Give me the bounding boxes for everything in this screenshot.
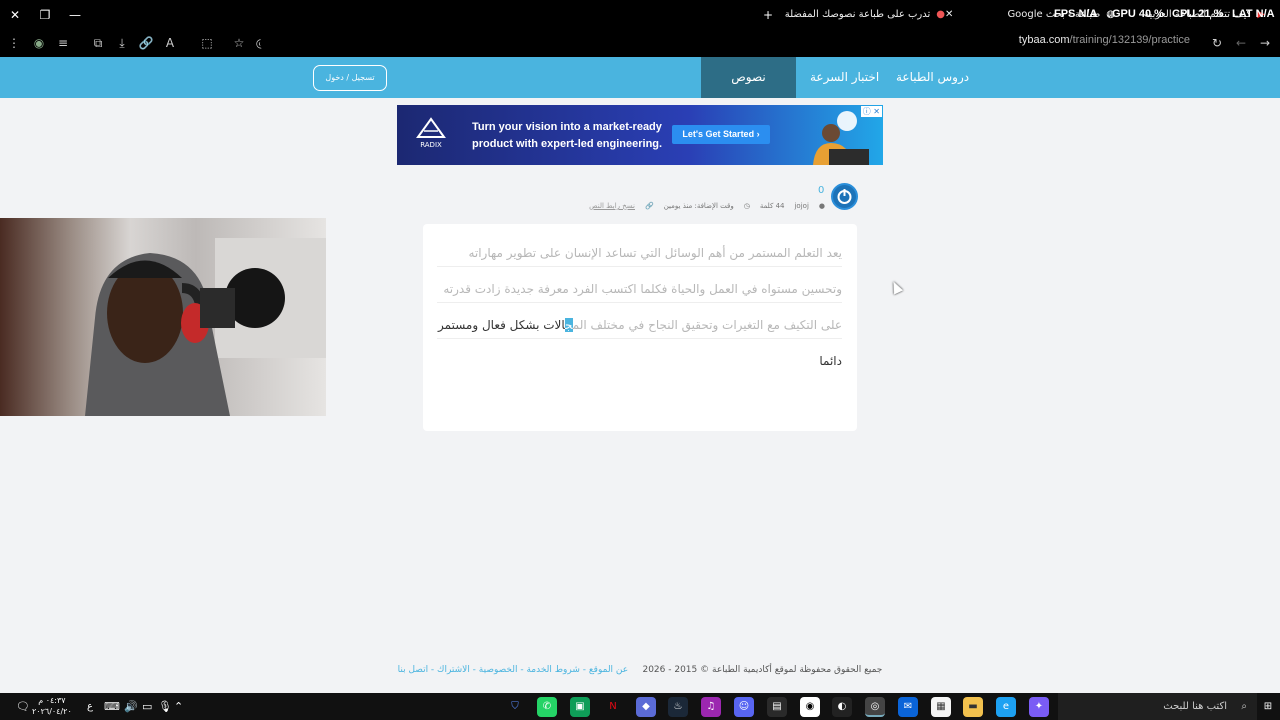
power-icon (837, 189, 852, 204)
clock-icon: ◷ (743, 202, 750, 210)
typing-card[interactable]: يعد التعلم المستمر من أهم الوسائل التي ت… (423, 224, 857, 431)
text-line-1: يعد التعلم المستمر من أهم الوسائل التي ت… (437, 246, 842, 267)
profile-avatar[interactable]: ◉ (31, 35, 47, 51)
webcam-overlay (0, 218, 326, 416)
tab-close-icon[interactable]: ✕ (945, 9, 953, 20)
restore-window-icon[interactable]: ❐ (36, 6, 54, 24)
author-name[interactable]: jojoj (794, 202, 808, 210)
new-tab-button[interactable]: + (759, 6, 777, 24)
obs-icon[interactable]: ◉ (800, 697, 820, 717)
show-hidden-icons-icon[interactable]: ⌃ (174, 693, 183, 720)
notifications-icon[interactable]: 🗨 (16, 693, 30, 720)
app-purple-icon[interactable]: ♫ (701, 697, 721, 717)
nav-practice-texts[interactable]: نصوص للتدرب (701, 57, 796, 125)
mouse-cursor-icon (888, 279, 904, 295)
back-icon[interactable]: → (1257, 35, 1273, 51)
typed-text: على التكيف مع التغيرات وتحقيق النجاح في … (572, 318, 842, 332)
steam-icon[interactable]: ♨ (668, 697, 688, 717)
text-line-2: وتحسين مستواه في العمل والحياة فكلما اكت… (437, 282, 842, 303)
text-meta: ● jojoj 44 كلمة ◷ وقت الإضافة: منذ يومين… (589, 200, 825, 212)
ad-cta-label: Let's Get Started (682, 129, 755, 139)
webcam-person-image (85, 238, 326, 416)
nav-speed-test[interactable]: اختبار السرعة (796, 57, 893, 98)
search-placeholder: اكتب هنا للبحث (1163, 701, 1227, 712)
taskbar-search[interactable]: اكتب هنا للبحث ⌕ (1058, 693, 1257, 720)
tab-favicon-icon: ● (936, 9, 945, 20)
link-icon: 🔗 (645, 202, 654, 210)
url-path: /training/132139/practice (1069, 34, 1190, 46)
app-speed-icon[interactable]: ◐ (832, 697, 852, 717)
whatsapp-icon[interactable]: ✆ (537, 697, 557, 717)
outlook-icon[interactable]: ✉ (898, 697, 918, 717)
tab-training[interactable]: ● تدرب على طباعة نصوصك المفضلة ✕ (785, 0, 945, 29)
app-green-icon[interactable]: ▣ (570, 697, 590, 717)
extensions-icon[interactable]: ⬚ (199, 35, 215, 51)
chrome-icon[interactable]: ◎ (865, 697, 885, 717)
ad-logo: RADIX (409, 117, 453, 155)
translate-icon[interactable]: A (162, 35, 178, 51)
network-icon[interactable]: ▭ (142, 693, 152, 720)
added-time: وقت الإضافة: منذ يومين (663, 202, 734, 210)
file-explorer-icon[interactable]: ▬ (963, 697, 983, 717)
search-icon: ⌕ (1241, 701, 1247, 712)
microphone-icon[interactable]: 🎙 (158, 693, 172, 720)
taskbar: 🗨 ٠٤:٣٧ م ٢٠٢٦/٠٤/٢٠ ع ⌨ 🔊 ▭ 🎙 ⌃ ⛉ ✆ ▣ N… (0, 693, 1280, 720)
word-count: 44 كلمة (759, 202, 785, 210)
reload-icon[interactable]: ↻ (1209, 35, 1225, 51)
tab-title: تدرب على طباعة نصوصك المفضلة (785, 9, 931, 20)
address-url[interactable]: tybaa.com/training/132139/practice (1019, 34, 1190, 46)
copy-link[interactable]: نسخ رابط النص (589, 202, 635, 210)
minimize-window-icon[interactable]: — (66, 6, 84, 24)
score-counter: 0 (818, 185, 825, 196)
ad-headline: Turn your vision into a market-ready pro… (472, 121, 663, 150)
footer: جميع الحقوق محفوظة لموقع أكاديمية الطباع… (0, 665, 1280, 681)
clock-time: ٠٤:٣٧ م (38, 696, 66, 705)
clock-date: ٢٠٢٦/٠٤/٢٠ (32, 707, 72, 716)
nav-typing-lessons[interactable]: دروس الطباعة (882, 57, 983, 98)
store-icon[interactable]: ▦ (931, 697, 951, 717)
url-domain: tybaa.com (1018, 34, 1070, 46)
browser-tab-bar: ✕ ❐ — + ● تدرب على طباعة نصوصك المفضلة ✕… (0, 0, 1280, 29)
gpu-readout: GPU 40 % (1112, 8, 1164, 20)
bookmark-star-icon[interactable]: ☆ (231, 35, 247, 51)
edge-icon[interactable]: e (996, 697, 1016, 717)
user-avatar[interactable] (831, 183, 858, 210)
discord-icon[interactable]: ☺ (734, 697, 754, 717)
copilot-icon[interactable]: ✦ (1029, 697, 1049, 717)
start-button[interactable]: ⊞ (1258, 697, 1278, 717)
forward-icon[interactable]: ← (1233, 35, 1249, 51)
defender-icon[interactable]: ⛉ (505, 697, 525, 717)
footer-links[interactable]: عن الموقع - شروط الخدمة - الخصوصية - الا… (398, 665, 629, 675)
keyboard-icon[interactable]: ⌨ (104, 693, 120, 720)
download-icon[interactable]: ⤓ (114, 35, 130, 51)
screenshot-icon[interactable]: ⧉ (90, 35, 106, 51)
login-button[interactable]: تسجيل / دخول (313, 65, 387, 91)
user-icon: ● (818, 202, 825, 210)
link-icon[interactable]: 🔗 (138, 35, 154, 51)
ad-banner[interactable]: RADIX Turn your vision into a market-rea… (397, 105, 883, 165)
fps-readout: FPS N/A (1054, 8, 1098, 20)
lat-readout: LAT N/A (1232, 8, 1275, 20)
reading-list-icon[interactable]: ≡ (55, 35, 71, 51)
taskbar-clock[interactable]: ٠٤:٣٧ م ٢٠٢٦/٠٤/٢٠ (32, 695, 72, 717)
footer-copyright: جميع الحقوق محفوظة لموقع أكاديمية الطباع… (642, 665, 883, 675)
site-nav: دروس الطباعة اختبار السرعة نصوص للتدرب ت… (0, 57, 1280, 125)
ad-info-icon[interactable]: ⓘ ✕ (860, 106, 882, 117)
radix-logo-icon (416, 117, 446, 138)
app-screen-icon[interactable]: ▤ (767, 697, 787, 717)
ad-brand: RADIX (420, 141, 442, 149)
volume-icon[interactable]: 🔊 (124, 693, 138, 720)
input-language[interactable]: ع (87, 693, 93, 720)
app-cube-icon[interactable]: ◆ (636, 697, 656, 717)
untyped-text: الات بشكل فعال ومستمر (438, 318, 566, 332)
netflix-icon[interactable]: N (603, 697, 623, 717)
text-line-3: على التكيف مع التغيرات وتحقيق النجاح في … (437, 318, 842, 339)
menu-icon[interactable]: ⋮ (6, 35, 22, 51)
current-char: ج (565, 318, 573, 332)
cpu-readout: CPU 21 % (1172, 8, 1224, 20)
text-line-4: دائما (819, 354, 842, 368)
close-window-icon[interactable]: ✕ (6, 6, 24, 24)
ad-cta-button[interactable]: Let's Get Started › (672, 125, 770, 144)
